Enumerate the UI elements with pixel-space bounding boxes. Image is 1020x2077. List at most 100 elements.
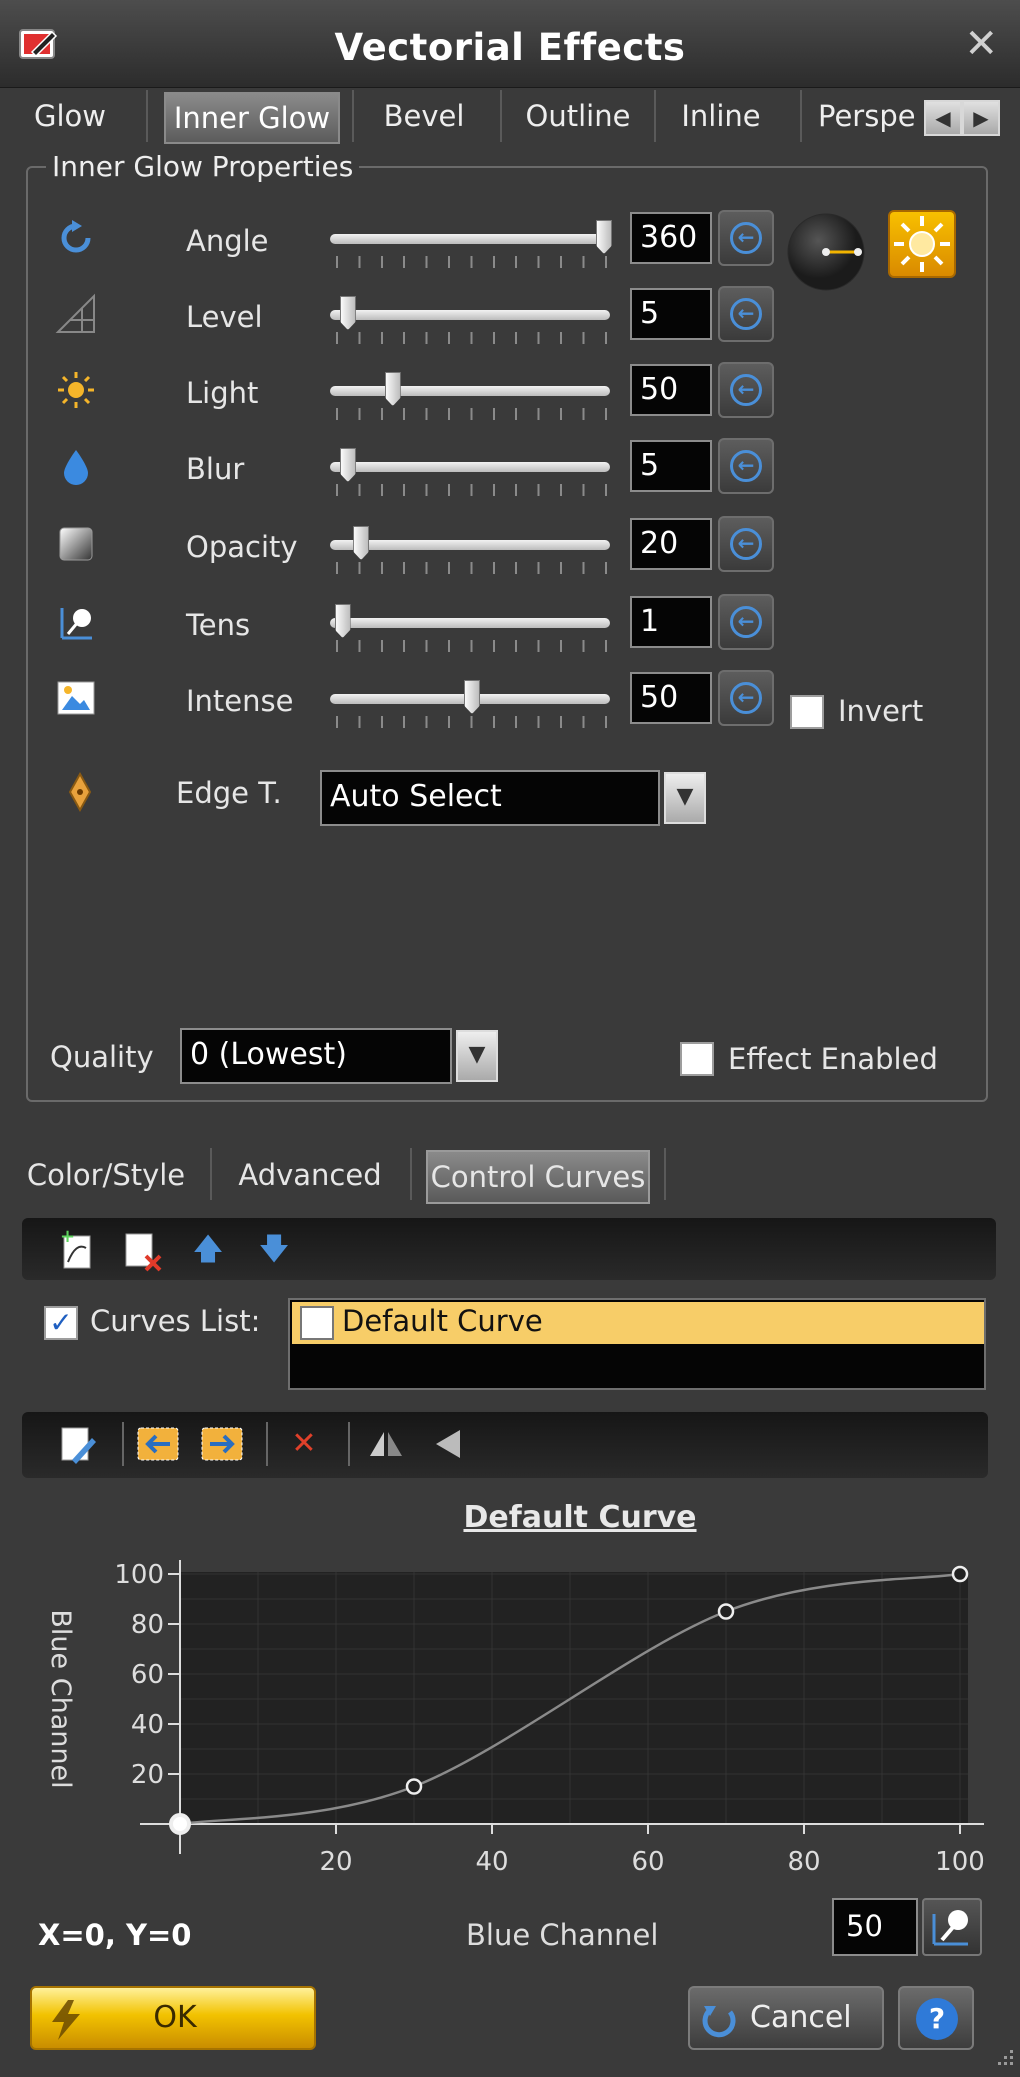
- curve-item-checkbox[interactable]: [300, 1306, 334, 1340]
- ok-button[interactable]: OK: [30, 1986, 316, 2050]
- slider-ticks: [336, 408, 608, 420]
- curves-list-checkbox[interactable]: ✓: [44, 1306, 78, 1340]
- move-down-icon[interactable]: 🡇: [252, 1228, 296, 1272]
- delete-curve-icon[interactable]: [120, 1228, 164, 1272]
- y-tick-label: 100: [114, 1560, 164, 1590]
- quality-select[interactable]: 0 (Lowest): [180, 1028, 452, 1084]
- blur-slider[interactable]: [330, 462, 610, 472]
- svg-text:?: ?: [929, 2002, 945, 2035]
- x-tick-label: 40: [475, 1847, 508, 1877]
- light-source-button[interactable]: [888, 210, 956, 278]
- angle-reset-button[interactable]: ←: [718, 210, 774, 266]
- tab-advanced[interactable]: Advanced: [228, 1150, 392, 1204]
- intense-value-input[interactable]: 50: [630, 672, 712, 724]
- light-label: Light: [186, 376, 259, 410]
- tab-scroll-left-button[interactable]: ◀: [924, 100, 962, 136]
- invert-checkbox[interactable]: [790, 695, 824, 729]
- channel-label: Blue Channel: [466, 1918, 659, 1952]
- level-slider[interactable]: [330, 310, 610, 320]
- sun-icon: [54, 368, 98, 412]
- tab-bevel[interactable]: Bevel: [372, 92, 476, 144]
- flip-vertical-icon[interactable]: [428, 1422, 472, 1466]
- angle-dial[interactable]: [786, 212, 866, 292]
- opacity-icon: [54, 522, 98, 566]
- tab-glow[interactable]: Glow: [18, 92, 122, 144]
- chevron-down-icon[interactable]: ▼: [664, 772, 706, 824]
- chevron-down-icon[interactable]: ▼: [456, 1030, 498, 1082]
- resize-grip-icon[interactable]: [990, 2046, 1016, 2072]
- level-label: Level: [186, 300, 263, 334]
- slider-ticks: [336, 716, 608, 728]
- intense-label: Intense: [186, 684, 294, 718]
- tab-inline[interactable]: Inline: [670, 92, 772, 144]
- edge-type-label: Edge T.: [176, 776, 282, 810]
- level-reset-button[interactable]: ←: [718, 286, 774, 342]
- value-input[interactable]: 50: [832, 1898, 918, 1956]
- curves-toolbar: [22, 1218, 996, 1280]
- ok-label: OK: [153, 2000, 197, 2035]
- plot-area[interactable]: [180, 1572, 968, 1824]
- tab-separator: [410, 1148, 412, 1200]
- picker-button[interactable]: [922, 1898, 982, 1956]
- tab-perspective[interactable]: Perspe: [818, 92, 914, 144]
- opacity-slider[interactable]: [330, 540, 610, 550]
- close-icon[interactable]: ✕: [964, 24, 998, 64]
- curves-list[interactable]: Default Curve: [288, 1298, 986, 1390]
- intense-reset-button[interactable]: ←: [718, 670, 774, 726]
- angle-value-input[interactable]: 360: [630, 212, 712, 264]
- blur-reset-button[interactable]: ←: [718, 438, 774, 494]
- edge-type-select[interactable]: Auto Select: [320, 770, 660, 826]
- toolbar-separator: [266, 1422, 268, 1466]
- edit-curve-icon[interactable]: [56, 1422, 100, 1466]
- cancel-button[interactable]: Cancel: [688, 1986, 884, 2050]
- move-up-icon[interactable]: 🡅: [186, 1228, 230, 1272]
- level-icon: [54, 292, 98, 336]
- curve-control-point[interactable]: [717, 1603, 735, 1620]
- clear-curve-icon[interactable]: ✕: [282, 1422, 326, 1466]
- toolbar-separator: [348, 1422, 350, 1466]
- y-tick-label: 80: [131, 1610, 164, 1640]
- opacity-label: Opacity: [186, 530, 298, 564]
- x-tick-label: 20: [319, 1847, 352, 1877]
- svg-text:+: +: [60, 1228, 75, 1247]
- undo-icon: [702, 2006, 736, 2038]
- slider-ticks: [336, 562, 608, 574]
- export-curve-icon[interactable]: [200, 1424, 244, 1468]
- blur-label: Blur: [186, 452, 245, 486]
- angle-slider[interactable]: [330, 234, 610, 244]
- tab-inner-glow[interactable]: Inner Glow: [164, 92, 340, 144]
- blur-value-input[interactable]: 5: [630, 440, 712, 492]
- opacity-reset-button[interactable]: ←: [718, 516, 774, 572]
- picker-icon: [932, 1910, 968, 1946]
- flip-horizontal-icon[interactable]: [364, 1422, 408, 1466]
- curve-control-point[interactable]: [951, 1565, 969, 1583]
- curve-control-point[interactable]: [405, 1778, 423, 1795]
- curve-control-point[interactable]: [169, 1813, 191, 1835]
- opacity-value-input[interactable]: 20: [630, 518, 712, 570]
- tab-separator: [664, 1148, 666, 1200]
- y-tick-label: 60: [131, 1660, 164, 1690]
- tens-reset-button[interactable]: ←: [718, 594, 774, 650]
- tab-outline[interactable]: Outline: [516, 92, 640, 144]
- reset-arrow-icon: ←: [730, 450, 762, 482]
- reset-arrow-icon: ←: [730, 374, 762, 406]
- level-value-input[interactable]: 5: [630, 288, 712, 340]
- tab-color-style[interactable]: Color/Style: [24, 1150, 188, 1204]
- new-curve-icon[interactable]: +: [56, 1226, 100, 1272]
- tab-control-curves[interactable]: Control Curves: [426, 1150, 650, 1204]
- rotate-icon: [54, 216, 98, 260]
- light-value-input[interactable]: 50: [630, 364, 712, 416]
- import-curve-icon[interactable]: [136, 1424, 180, 1468]
- light-slider[interactable]: [330, 386, 610, 396]
- effect-enabled-checkbox[interactable]: [680, 1042, 714, 1076]
- tens-slider[interactable]: [330, 618, 610, 628]
- tab-scroll-right-button[interactable]: ▶: [962, 100, 1000, 136]
- tens-value-input[interactable]: 1: [630, 596, 712, 648]
- light-reset-button[interactable]: ←: [718, 362, 774, 418]
- quality-label: Quality: [50, 1040, 154, 1074]
- chart-title: Default Curve: [463, 1500, 697, 1535]
- y-tick-label: 40: [131, 1710, 164, 1740]
- help-button[interactable]: ?: [898, 1986, 974, 2050]
- curve-chart[interactable]: 20 40 60 80 100 20 40 60 80 100 Blue Channel: [30, 1540, 1000, 1890]
- list-item[interactable]: Default Curve: [292, 1302, 984, 1344]
